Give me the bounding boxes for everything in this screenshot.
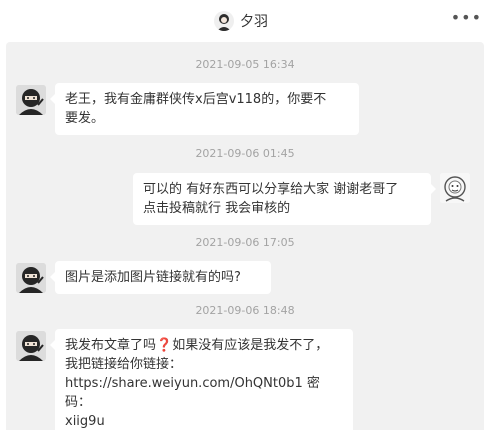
message-bubble[interactable]: 可以的 有好东西可以分享给大家 谢谢老哥了 点击投稿就行 我会审核的	[133, 173, 436, 225]
ninja-avatar-icon	[16, 85, 46, 115]
message-timestamp: 2021-09-05 16:34	[195, 58, 295, 71]
message-text: 如果没有应该是我发不了，	[172, 338, 329, 353]
more-options-icon[interactable]: •••	[451, 8, 482, 27]
sender-avatar[interactable]	[16, 85, 46, 115]
message-text-line: 我发布文章了吗❓如果没有应该是我发不了，	[65, 336, 343, 355]
message-bubble[interactable]: 图片是添加图片链接就有的吗?	[50, 261, 271, 294]
message-text-line: 可以的 有好东西可以分享给大家 谢谢老哥了	[143, 182, 399, 197]
password-text: xiig9u	[65, 414, 105, 429]
question-mark-emoji-icon: ❓	[156, 338, 173, 353]
message-list[interactable]: 2021-09-05 16:34 老王，我有金庸群侠传x后宫v118的，你要不 …	[6, 42, 484, 430]
message-bubble[interactable]: 我发布文章了吗❓如果没有应该是我发不了， 我把链接给你链接： https://s…	[50, 329, 353, 430]
contact-name: 夕羽	[240, 14, 268, 30]
user-avatar-icon[interactable]	[214, 11, 234, 31]
my-avatar[interactable]	[440, 173, 470, 203]
sketch-avatar-icon	[440, 173, 470, 203]
message-timestamp: 2021-09-06 01:45	[195, 147, 295, 160]
message-bubble[interactable]: 老王，我有金庸群侠传x后宫v118的，你要不 要发。	[50, 83, 359, 135]
message-timestamp: 2021-09-06 17:05	[195, 236, 295, 249]
message-timestamp: 2021-09-06 18:48	[195, 304, 295, 317]
message-text: 我发布文章了吗	[65, 338, 157, 353]
ninja-avatar-icon	[16, 331, 46, 361]
message-text-line: 老王，我有金庸群侠传x后宫v118的，你要不	[65, 92, 327, 107]
sender-avatar[interactable]	[16, 331, 46, 361]
message-text-line: 图片是添加图片链接就有的吗?	[65, 270, 241, 285]
ninja-avatar-icon	[16, 263, 46, 293]
sender-avatar[interactable]	[16, 263, 46, 293]
contact-title[interactable]: 夕羽	[214, 10, 268, 32]
message-text-line: 点击投稿就行 我会审核的	[143, 201, 291, 216]
share-link-text[interactable]: https://share.weiyun.com/OhQNt0b1 密码：	[65, 374, 343, 412]
message-text-line: 我把链接给你链接：	[65, 357, 183, 372]
chat-header: 夕羽 •••	[0, 0, 496, 42]
message-text-line: 要发。	[65, 111, 105, 126]
